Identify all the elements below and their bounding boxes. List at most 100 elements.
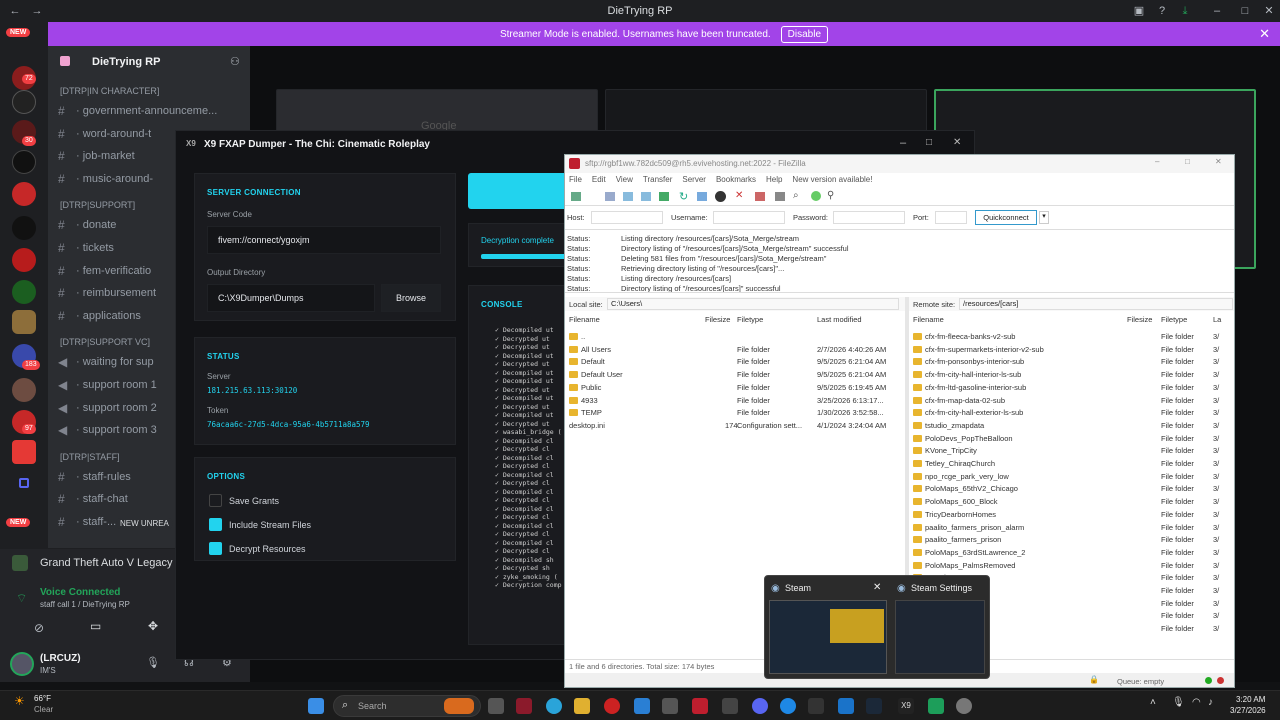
- menu-item[interactable]: New version available!: [792, 175, 872, 187]
- chevron-up-icon[interactable]: ˄: [1150, 697, 1156, 708]
- channel-item[interactable]: # · staff-chat: [58, 492, 128, 506]
- table-row[interactable]: TEMP File folder 1/30/2026 3:52:58...: [565, 407, 905, 419]
- new-pill[interactable]: NEW: [6, 518, 31, 527]
- chrome-icon[interactable]: [546, 698, 562, 714]
- inbox-icon[interactable]: ▣: [1132, 4, 1146, 18]
- voice-channel-item[interactable]: ◀ · support room 3: [58, 423, 157, 437]
- steam-icon[interactable]: [866, 698, 882, 714]
- wifi-icon[interactable]: ◠: [1192, 697, 1201, 708]
- server-icon[interactable]: [12, 150, 36, 174]
- mic-icon[interactable]: 🎙: [1172, 697, 1185, 708]
- disconnect-icon[interactable]: ✕: [735, 190, 743, 201]
- table-row[interactable]: cfx-fm-supermarkets-interior-v2-sub File …: [909, 344, 1235, 356]
- column-header[interactable]: Filetype: [1161, 315, 1187, 324]
- server-icon[interactable]: [12, 216, 36, 240]
- browse-button[interactable]: Browse: [381, 284, 441, 312]
- clock-date[interactable]: 3/27/2026: [1230, 706, 1266, 715]
- start-dump-button[interactable]: [468, 173, 568, 209]
- clock-time[interactable]: 3:20 AM: [1236, 695, 1265, 704]
- table-row[interactable]: Default File folder 9/5/2025 6:21:04 AM: [565, 356, 905, 368]
- folder-icon[interactable]: [19, 478, 29, 488]
- table-row[interactable]: ..: [565, 331, 905, 343]
- port-input[interactable]: [935, 211, 967, 224]
- disable-button[interactable]: Disable: [780, 25, 829, 43]
- steam-settings-thumbnail[interactable]: [895, 600, 985, 674]
- weather-temp[interactable]: 66°F: [34, 694, 51, 703]
- menu-item[interactable]: Transfer: [643, 175, 673, 187]
- help-icon[interactable]: ?: [1155, 4, 1169, 18]
- table-row[interactable]: cfx-fm-city-hall-interior-ls-sub File fol…: [909, 369, 1235, 381]
- include-stream-checkbox[interactable]: [209, 518, 222, 531]
- table-row[interactable]: cfx-fm-ltd-gasoline-interior-sub File fol…: [909, 382, 1235, 394]
- channel-item[interactable]: # · government-announceme...: [58, 104, 217, 118]
- vscode-icon[interactable]: [838, 698, 854, 714]
- channel-category[interactable]: [DTRP|SUPPORT VC]: [60, 337, 150, 347]
- server-icon[interactable]: [12, 248, 36, 272]
- table-row[interactable]: paalito_farmers_prison_alarm File folder 3…: [909, 522, 1235, 534]
- refresh-icon[interactable]: ↻: [679, 190, 688, 203]
- search-icon[interactable]: ⌕: [793, 190, 799, 201]
- table-row[interactable]: cfx-fm-fleeca-banks-v2-sub File folder 3/: [909, 331, 1235, 343]
- toggle-tree-icon[interactable]: [623, 192, 633, 201]
- channel-category[interactable]: [DTRP|IN CHARACTER]: [60, 86, 159, 96]
- app-icon[interactable]: [808, 698, 824, 714]
- x9-dumper-icon[interactable]: X9: [898, 698, 914, 714]
- menu-item[interactable]: Server: [682, 175, 706, 187]
- column-header[interactable]: La: [1213, 315, 1221, 324]
- table-row[interactable]: npo_rcge_park_very_low File folder 3/: [909, 471, 1235, 483]
- close-icon[interactable]: ✕: [953, 137, 961, 148]
- remote-path-input[interactable]: /resources/[cars]: [959, 298, 1233, 310]
- menu-item[interactable]: Help: [766, 175, 782, 187]
- table-row[interactable]: 4933 File folder 3/25/2026 6:13:17...: [565, 395, 905, 407]
- server-icon[interactable]: [12, 90, 36, 114]
- table-row[interactable]: PoloMaps_PalmsRemoved File folder 3/: [909, 560, 1235, 572]
- voice-channel-item[interactable]: ◀ · support room 2: [58, 401, 157, 415]
- close-icon[interactable]: ✕: [1215, 157, 1222, 166]
- password-input[interactable]: [833, 211, 905, 224]
- channel-item[interactable]: # · tickets: [58, 241, 114, 255]
- table-row[interactable]: Tetley_ChiraqChurch File folder 3/: [909, 458, 1235, 470]
- mic-icon[interactable]: 🎙: [146, 656, 160, 669]
- close-icon[interactable]: ✕: [1262, 4, 1276, 18]
- opera-icon[interactable]: [604, 698, 620, 714]
- channel-item[interactable]: # · music-around-: [58, 172, 153, 186]
- edge-icon[interactable]: [780, 698, 796, 714]
- avatar[interactable]: [10, 652, 34, 676]
- table-row[interactable]: Public File folder 9/5/2025 6:19:45 AM: [565, 382, 905, 394]
- close-icon[interactable]: ✕: [873, 582, 881, 593]
- channel-category[interactable]: [DTRP|STAFF]: [60, 452, 120, 462]
- volume-icon[interactable]: ♪: [1208, 697, 1213, 708]
- table-row[interactable]: KVone_TripCity File folder 3/: [909, 445, 1235, 457]
- search-box[interactable]: ⌕ Search: [333, 695, 481, 717]
- local-path-input[interactable]: C:\Users\: [607, 298, 899, 310]
- toggle-remote-tree-icon[interactable]: [641, 192, 651, 201]
- channel-item[interactable]: # · donate: [58, 218, 116, 232]
- filezilla-icon[interactable]: [692, 698, 708, 714]
- menu-item[interactable]: Bookmarks: [716, 175, 756, 187]
- server-icon[interactable]: [12, 182, 36, 206]
- table-row[interactable]: tstudio_zmapdata File folder 3/: [909, 420, 1235, 432]
- channel-item[interactable]: # · applications: [58, 309, 141, 323]
- cancel-icon[interactable]: [715, 191, 726, 202]
- site-manager-icon[interactable]: [571, 192, 581, 201]
- new-unreads-pill[interactable]: NEW UNREA: [116, 518, 173, 529]
- server-code-input[interactable]: fivem://connect/ygoxjm: [207, 226, 441, 254]
- transfer-queue-icon[interactable]: [659, 192, 669, 201]
- column-header[interactable]: Filename: [569, 315, 600, 324]
- screen-share-icon[interactable]: ▭: [90, 619, 101, 633]
- menu-item[interactable]: File: [569, 175, 582, 187]
- column-header[interactable]: Filesize: [705, 315, 730, 324]
- voice-channel-item[interactable]: ◀ · support room 1: [58, 378, 157, 392]
- voice-status[interactable]: Voice Connected: [40, 587, 120, 598]
- voice-channel[interactable]: staff call 1 / DieTrying RP: [40, 600, 130, 609]
- table-row[interactable]: cfx-fm-city-hall-exterior-ls-sub File fol…: [909, 407, 1235, 419]
- new-pill[interactable]: NEW: [6, 28, 31, 37]
- channel-item[interactable]: # · word-around-t: [58, 127, 151, 141]
- server-icon[interactable]: [12, 280, 36, 304]
- minimize-icon[interactable]: –: [1155, 157, 1159, 166]
- download-icon[interactable]: ⤓: [1178, 4, 1192, 18]
- minimize-icon[interactable]: –: [1210, 4, 1224, 18]
- menu-item[interactable]: View: [616, 175, 633, 187]
- channel-item[interactable]: # · staff-rules: [58, 470, 131, 484]
- add-member-icon[interactable]: ⚇: [230, 55, 240, 68]
